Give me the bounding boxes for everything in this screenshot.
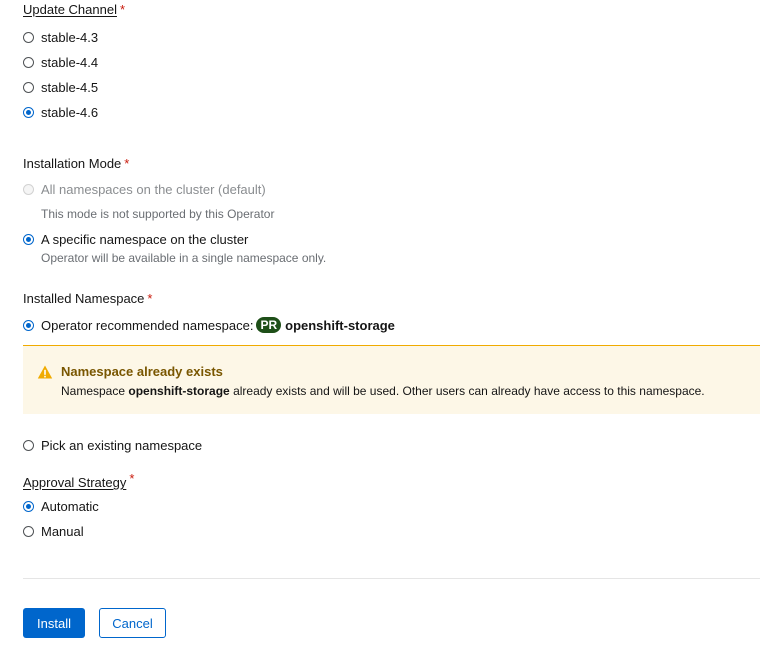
radio-stable-4-4[interactable]: stable-4.4 [0, 53, 98, 71]
radio-button-checked[interactable] [23, 106, 34, 118]
required-mark: * [124, 156, 130, 171]
radio-button-checked[interactable] [23, 319, 34, 331]
cancel-button[interactable]: Cancel [99, 608, 166, 638]
radio-button-checked[interactable] [23, 500, 34, 512]
all-namespaces-help: This mode is not supported by this Opera… [41, 207, 275, 221]
namespace-exists-alert: Namespace already exists Namespace opens… [23, 345, 760, 414]
radio-specific-namespace[interactable]: A specific namespace on the cluster [0, 230, 248, 248]
update-channel-label: Update Channel * [23, 2, 126, 17]
radio-button[interactable] [23, 31, 34, 43]
divider [23, 578, 760, 579]
warning-icon [37, 365, 53, 379]
radio-pick-existing-namespace[interactable]: Pick an existing namespace [0, 436, 202, 454]
alert-title: Namespace already exists [61, 364, 223, 379]
install-button[interactable]: Install [23, 608, 85, 638]
recommended-namespace-name: openshift-storage [285, 317, 395, 333]
installation-mode-label: Installation Mode * [23, 156, 130, 171]
alert-namespace-name: openshift-storage [128, 384, 230, 398]
radio-button[interactable] [23, 56, 34, 68]
alert-body: Namespace openshift-storage already exis… [61, 384, 705, 398]
radio-button-checked[interactable] [23, 233, 34, 245]
project-badge: PR [256, 317, 282, 333]
installed-namespace-label: Installed Namespace * [23, 291, 153, 306]
specific-namespace-help: Operator will be available in a single n… [41, 251, 327, 265]
radio-stable-4-5[interactable]: stable-4.5 [0, 78, 98, 96]
radio-button[interactable] [23, 525, 34, 537]
radio-recommended-namespace[interactable]: Operator recommended namespace: PR opens… [0, 316, 395, 334]
radio-button-disabled[interactable] [23, 183, 34, 195]
approval-strategy-label: Approval Strategy * [23, 471, 135, 490]
radio-button[interactable] [23, 81, 34, 93]
required-mark: * [147, 291, 153, 306]
radio-all-namespaces[interactable]: All namespaces on the cluster (default) [0, 180, 266, 198]
radio-button[interactable] [23, 439, 34, 451]
radio-automatic[interactable]: Automatic [0, 497, 99, 515]
radio-stable-4-6[interactable]: stable-4.6 [0, 103, 98, 121]
radio-stable-4-3[interactable]: stable-4.3 [0, 28, 98, 46]
radio-manual[interactable]: Manual [0, 522, 84, 540]
required-mark: * [129, 471, 135, 486]
required-mark: * [119, 2, 126, 17]
